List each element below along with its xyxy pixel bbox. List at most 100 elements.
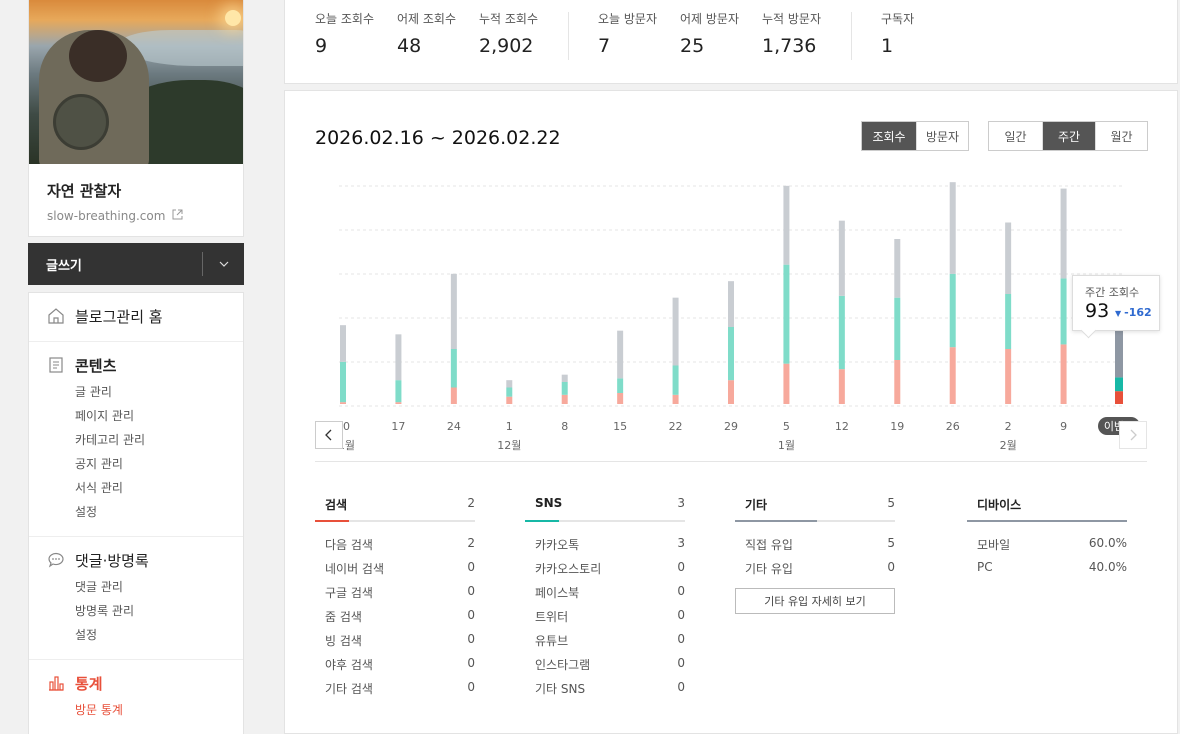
bar-segment[interactable] [395,380,402,403]
bar-segment[interactable] [894,360,901,404]
x-tick-label: 24 [447,420,461,433]
summary-card: 오늘 조회수 9 어제 조회수 48 누적 조회수 2,902 오늘 방문자 7… [284,0,1178,84]
toggle-daily[interactable]: 일간 [989,122,1042,150]
submenu-item[interactable]: 방문 통계 [47,701,243,718]
bar-segment[interactable] [728,281,734,327]
bar-segment[interactable] [672,394,679,404]
blog-url[interactable]: slow-breathing.com [29,201,243,223]
bar-segment[interactable] [1060,344,1067,404]
toggle-visitors[interactable]: 방문자 [916,122,968,150]
menu-blog-home[interactable]: 블로그관리 홈 [47,305,243,327]
bar-segment[interactable] [561,382,568,395]
photo-person [39,30,149,164]
bar-segment[interactable] [1115,391,1123,404]
bar-segment[interactable] [949,273,956,348]
source-row-label: 직접 유입 [745,538,793,552]
bar-segment[interactable] [395,334,402,381]
bar-segment[interactable] [617,393,624,404]
bar-segment[interactable] [949,182,956,274]
comments-submenu: 댓글 관리방명록 관리설정 [47,578,243,643]
bar-segment[interactable] [340,402,346,404]
bar-segment[interactable] [783,185,790,265]
x-tick-label: 29 [724,420,738,433]
source-1: SNS 3 카카오톡 3 카카오스토리 0 페이스북 0 트위터 0 유튜브 0 인스타그램 0 기타 SN… [525,496,685,696]
bar-segment[interactable] [1060,188,1067,279]
chart-prev-button[interactable] [315,421,343,449]
toggle-monthly[interactable]: 월간 [1095,122,1147,150]
bar-segment[interactable] [340,325,346,362]
document-icon [47,356,65,374]
bar-segment[interactable] [949,347,956,404]
stat-value: 1 [881,35,894,57]
submenu-item[interactable]: 설정 [47,626,243,643]
stat-value: 9 [315,35,328,57]
source-header: 기타 5 [735,496,895,522]
submenu-item[interactable]: 페이지 관리 [47,407,243,424]
bar-segment[interactable] [450,387,457,405]
bar-segment[interactable] [506,380,513,388]
bar-segment[interactable] [672,297,679,366]
bar-segment[interactable] [506,396,513,404]
bar-segment[interactable] [728,327,734,381]
menu-contents[interactable]: 콘텐츠 [47,354,243,376]
bar-segment[interactable] [450,349,457,388]
bar-segment[interactable] [894,239,901,298]
submenu-item[interactable]: 글 관리 [47,383,243,400]
bar-segment[interactable] [617,330,624,379]
bar-segment[interactable] [838,295,845,370]
bar-segment[interactable] [617,378,624,393]
menu-contents-label: 콘텐츠 [75,356,117,375]
bar-segment[interactable] [838,220,845,296]
external-link-icon[interactable] [172,209,183,223]
bar-segment[interactable] [728,380,734,404]
source-count: 2 [467,496,475,510]
bar-segment[interactable] [561,394,568,404]
submenu-item[interactable]: 카테고리 관리 [47,431,243,448]
source-header: SNS 3 [525,496,685,522]
stat-label: 누적 조회수 [479,12,539,26]
bar-segment[interactable] [561,374,568,382]
chart-next-button[interactable] [1119,421,1147,449]
bar-segment[interactable] [894,297,901,360]
menu-comments[interactable]: 댓글·방명록 [47,549,243,571]
source-row-label: 인스타그램 [535,658,591,672]
bar-segment[interactable] [1115,377,1123,392]
submenu-item[interactable]: 공지 관리 [47,455,243,472]
bar-segment[interactable] [395,402,402,404]
toggle-weekly[interactable]: 주간 [1042,122,1095,150]
bar-segment[interactable] [506,387,513,397]
stat-today-views: 오늘 조회수 9 [315,10,374,57]
bar-segment[interactable] [1005,349,1012,404]
source-accent-bar [315,520,349,522]
write-button[interactable]: 글쓰기 [28,243,244,285]
submenu-item[interactable]: 설정 [47,503,243,520]
write-dropdown-button[interactable] [202,252,244,276]
source-row-label: 기타 SNS [535,682,586,696]
blog-url-text[interactable]: slow-breathing.com [47,209,165,223]
submenu-item[interactable]: 방명록 관리 [47,602,243,619]
submenu-item[interactable]: 댓글 관리 [47,578,243,595]
other-inflow-detail-button[interactable]: 기타 유입 자세히 보기 [735,588,895,614]
bar-segment[interactable] [1005,294,1012,349]
bar-segment[interactable] [450,273,457,349]
blog-name[interactable]: 자연 관찰자 [29,164,243,201]
source-row: 네이버 검색 0 [315,560,475,576]
weekly-views-chart: 1011월1724112월815222951월12192622월9이번주 [331,182,1140,452]
bar-segment[interactable] [838,369,845,404]
bar-segment[interactable] [1060,278,1067,345]
submenu-item[interactable]: 서식 관리 [47,479,243,496]
menu-stats[interactable]: 통계 [47,672,243,694]
bar-segment[interactable] [783,264,790,364]
x-tick-label: 15 [613,420,627,433]
source-name: 디바이스 [977,498,1022,512]
visit-stats-card: 2026.02.16 ~ 2026.02.22 조회수 방문자 일간 주간 월간… [284,90,1178,734]
toggle-views[interactable]: 조회수 [862,122,916,150]
source-row: 줌 검색 0 [315,608,475,624]
bar-segment[interactable] [672,365,679,395]
profile-photo[interactable] [29,0,243,164]
source-3: 디바이스 모바일 60.0% PC 40.0% [967,496,1127,576]
bar-segment[interactable] [1005,222,1012,295]
bar-segment[interactable] [340,361,346,403]
bar-segment[interactable] [783,363,790,404]
stat-value: 25 [680,35,705,57]
